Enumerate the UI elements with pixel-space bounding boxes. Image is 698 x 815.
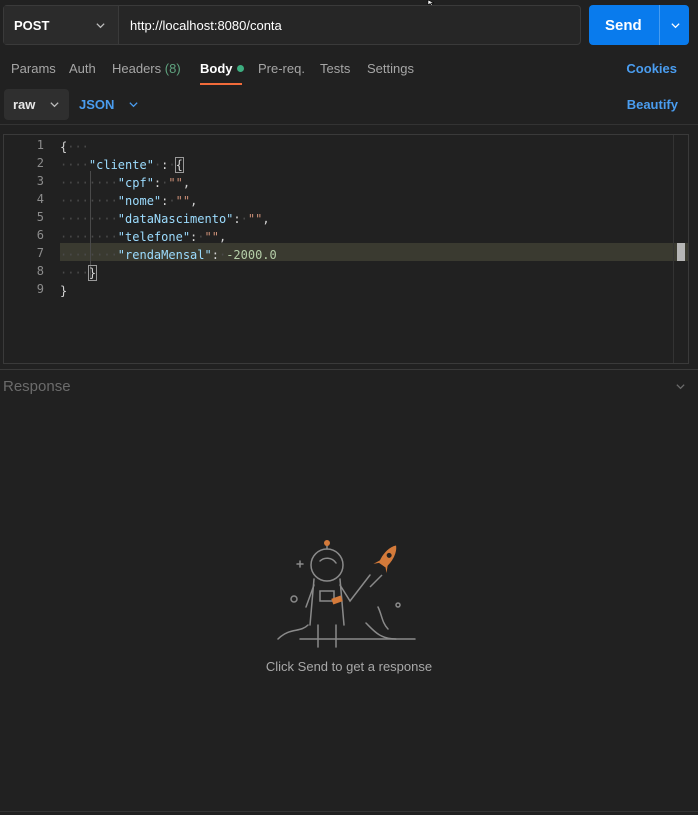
code-token: ···· — [60, 266, 89, 280]
url-input[interactable]: http://localhost:8080/conta — [119, 6, 580, 44]
body-code-editor[interactable]: 1 2 3 4 5 6 7 8 9 {··· ····"cliente"·:·{·… — [3, 134, 689, 364]
active-tab-underline — [200, 83, 242, 85]
line-number: 5 — [36, 210, 44, 224]
tab-params[interactable]: Params — [11, 61, 56, 76]
line-number: 8 — [36, 264, 44, 278]
scrollbar-marker — [677, 243, 685, 261]
code-token: "nome" — [117, 194, 162, 208]
code-token: ········ — [60, 230, 118, 244]
code-token: : — [211, 248, 219, 262]
code-token: · — [197, 230, 205, 244]
request-url-bar: POST http://localhost:8080/conta — [3, 5, 581, 45]
code-token: "" — [247, 212, 263, 226]
code-token: ···· — [60, 158, 89, 172]
code-token: ········ — [60, 248, 118, 262]
code-token: "rendaMensal" — [117, 248, 212, 262]
line-number: 3 — [36, 174, 44, 188]
astronaut-illustration-icon — [277, 540, 416, 648]
tab-body[interactable]: Body — [200, 61, 244, 76]
code-token: ········ — [60, 212, 118, 226]
code-line: } — [60, 282, 67, 300]
code-token: "cpf" — [117, 176, 154, 190]
body-toolbar: raw JSON Beautify — [0, 88, 698, 125]
body-indicator-dot — [236, 65, 244, 72]
tab-auth[interactable]: Auth — [69, 61, 96, 76]
chevron-down-icon — [96, 22, 105, 28]
send-label: Send — [605, 16, 642, 34]
code-token: } — [87, 265, 98, 281]
code-token: { — [174, 157, 184, 173]
line-number: 6 — [36, 228, 44, 242]
body-mode-label: raw — [13, 97, 36, 112]
code-token: "telefone" — [117, 230, 191, 244]
code-token: "dataNascimento" — [117, 212, 234, 226]
chevron-down-icon — [129, 102, 139, 108]
send-button[interactable]: Send — [589, 5, 689, 45]
body-format-label: JSON — [79, 97, 115, 112]
line-number: 1 — [36, 138, 44, 152]
response-empty-message: Click Send to get a response — [265, 659, 433, 674]
chevron-down-icon — [50, 102, 60, 108]
line-number: 7 — [36, 246, 44, 260]
code-token: ··· — [67, 140, 89, 154]
tab-pre-request[interactable]: Pre-req. — [258, 61, 305, 76]
line-number: 4 — [36, 192, 44, 206]
code-line: {··· — [60, 138, 89, 156]
code-token: ········ — [60, 176, 118, 190]
body-format-select[interactable]: JSON — [79, 97, 139, 112]
code-line: ········"nome":·"", — [60, 192, 197, 210]
tab-headers-label: Headers — [112, 61, 162, 76]
editor-scrollbar[interactable] — [673, 135, 688, 363]
tab-body-label: Body — [200, 61, 233, 76]
line-number: 2 — [36, 156, 44, 170]
code-token: : — [233, 212, 241, 226]
chevron-down-icon[interactable] — [675, 381, 686, 392]
code-line: ········"telefone":·"", — [60, 228, 226, 246]
tab-settings[interactable]: Settings — [367, 61, 414, 76]
request-tabs: Params Auth Headers (8) Body Pre-req. Te… — [0, 53, 698, 87]
tab-headers[interactable]: Headers (8) — [112, 61, 181, 76]
code-token: ········ — [60, 194, 118, 208]
code-token: , — [182, 176, 191, 190]
code-token: "" — [204, 230, 219, 244]
line-number: 9 — [36, 282, 44, 296]
code-line: ········"rendaMensal":·-2000.0 — [60, 246, 277, 264]
headers-count: (8) — [164, 61, 181, 76]
code-token: · — [168, 158, 176, 172]
code-token: · — [168, 194, 176, 208]
code-line: ····} — [60, 264, 98, 282]
code-line: ········"cpf":·"", — [60, 174, 190, 192]
code-line: ····"cliente"·:·{ — [60, 156, 184, 174]
response-title: Response — [3, 378, 71, 395]
beautify-button[interactable]: Beautify — [627, 97, 678, 112]
method-label: POST — [14, 17, 50, 33]
response-divider[interactable] — [0, 369, 698, 370]
code-token: "" — [168, 176, 183, 190]
send-options-chevron-icon[interactable] — [670, 20, 681, 31]
method-selector[interactable]: POST — [4, 6, 119, 44]
code-token: , — [262, 212, 270, 226]
code-token: "" — [175, 194, 191, 208]
code-token: , — [218, 230, 227, 244]
code-token: } — [60, 284, 68, 298]
code-token: , — [190, 194, 198, 208]
send-divider — [659, 5, 660, 45]
body-mode-select[interactable]: raw — [4, 89, 69, 120]
code-token: -2000.0 — [226, 248, 277, 262]
bottom-divider — [0, 811, 698, 812]
code-line: ········"dataNascimento":·"", — [60, 210, 270, 228]
cookies-link[interactable]: Cookies — [626, 61, 677, 76]
code-token: "cliente" — [88, 158, 154, 172]
tab-tests[interactable]: Tests — [320, 61, 350, 76]
code-token: · — [240, 212, 248, 226]
